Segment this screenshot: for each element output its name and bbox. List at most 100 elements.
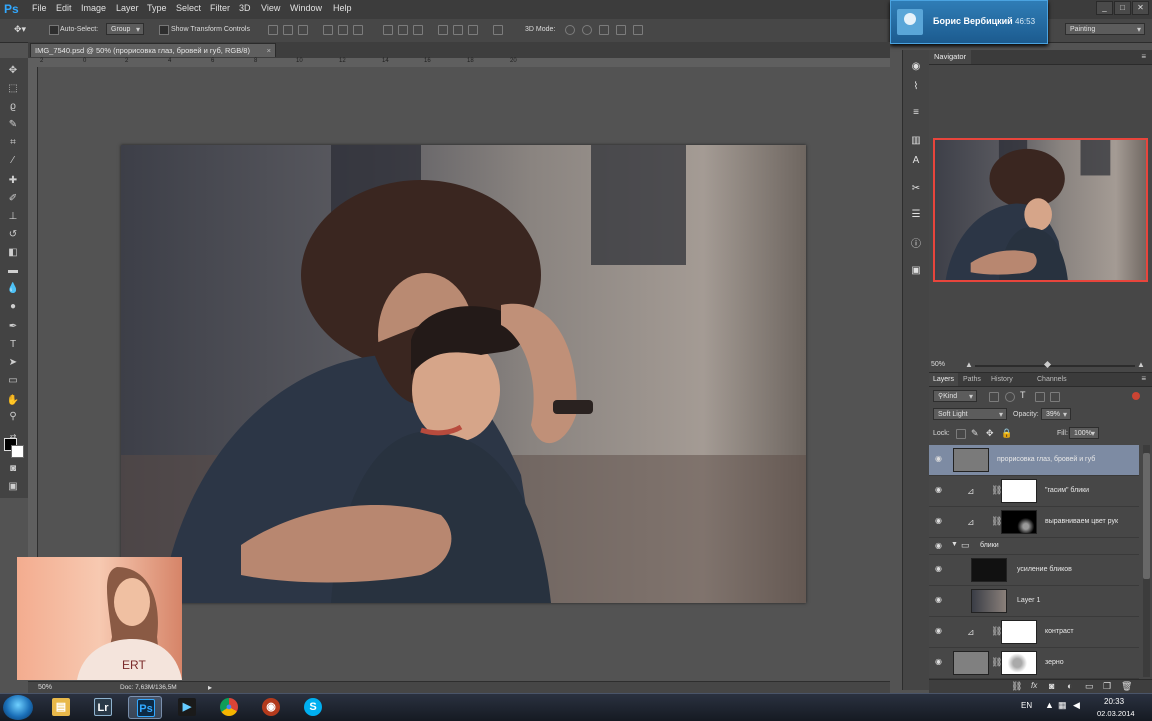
taskbar-app[interactable]: ●: [212, 696, 246, 719]
new-adjustment-icon[interactable]: ◐: [1067, 681, 1072, 691]
history-brush-tool-icon[interactable]: ↺: [6, 228, 20, 242]
maximize-button[interactable]: □: [1114, 1, 1131, 15]
layer-name[interactable]: прорисовка глаз, бровей и губ: [997, 456, 1095, 463]
menu-image[interactable]: Image: [81, 3, 106, 13]
layer-group-row[interactable]: ◉ ▼ ▭ блики: [929, 538, 1139, 555]
filter-adjustment-icon[interactable]: [1005, 392, 1015, 402]
eyedropper-tool-icon[interactable]: ⁄: [6, 154, 20, 168]
navigator-zoom-slider[interactable]: [975, 365, 1135, 367]
blend-mode-dropdown[interactable]: Soft Light: [933, 408, 1007, 421]
taskbar-app[interactable]: ▤: [44, 696, 78, 719]
align-left-icon[interactable]: [323, 25, 333, 35]
minimize-button[interactable]: _: [1096, 1, 1113, 15]
brush-tool-icon[interactable]: ✐: [6, 192, 20, 206]
tab-history[interactable]: History: [987, 373, 1017, 386]
3d-scale-icon[interactable]: [633, 25, 643, 35]
distribute-vcenter-icon[interactable]: [398, 25, 408, 35]
properties-panel-icon[interactable]: ▣: [909, 264, 923, 278]
tab-navigator[interactable]: Navigator: [929, 50, 972, 64]
move-tool-icon[interactable]: ✥: [6, 64, 20, 78]
visibility-eye-icon[interactable]: ◉: [935, 486, 944, 494]
visibility-eye-icon[interactable]: ◉: [935, 596, 944, 604]
brush-presets-icon[interactable]: ▥: [909, 134, 923, 148]
volume-icon[interactable]: ◀: [1073, 700, 1080, 711]
auto-select-checkbox[interactable]: [49, 25, 59, 35]
new-group-icon[interactable]: ▭: [1085, 681, 1094, 692]
filter-type-icon[interactable]: T: [1020, 390, 1026, 400]
taskbar-app[interactable]: ◉: [254, 696, 288, 719]
align-vcenter-icon[interactable]: [283, 25, 293, 35]
align-bottom-icon[interactable]: [298, 25, 308, 35]
menu-file[interactable]: File: [32, 3, 47, 13]
status-menu-arrow-icon[interactable]: ▸: [208, 683, 212, 692]
brush-panel-icon[interactable]: ≡: [909, 106, 923, 120]
layer-name[interactable]: контраст: [1045, 628, 1074, 635]
document-tab[interactable]: IMG_7540.psd @ 50% (прорисовка глаз, бро…: [30, 43, 276, 57]
layer-row[interactable]: ◉ ⊿ ⛓ "гасим" блики: [929, 476, 1139, 507]
taskbar-app[interactable]: S: [296, 696, 330, 719]
align-right-icon[interactable]: [353, 25, 363, 35]
menu-help[interactable]: Help: [333, 3, 352, 13]
menu-edit[interactable]: Edit: [56, 3, 72, 13]
layers-scrollbar-thumb[interactable]: [1143, 453, 1150, 579]
layer-row[interactable]: ◉ ⊿ ⛓ выравниваем цвет рук: [929, 507, 1139, 538]
menu-type[interactable]: Type: [147, 3, 167, 13]
lasso-tool-icon[interactable]: ϱ: [6, 100, 20, 114]
filter-shape-icon[interactable]: [1035, 392, 1045, 402]
layer-name[interactable]: Layer 1: [1017, 597, 1040, 604]
move-tool-icon[interactable]: ✥▾: [14, 24, 26, 35]
character-panel-icon[interactable]: A: [909, 154, 923, 168]
close-tab-icon[interactable]: ×: [267, 44, 271, 58]
type-tool-icon[interactable]: T: [6, 338, 20, 352]
close-button[interactable]: ✕: [1132, 1, 1149, 15]
navigator-view-box[interactable]: [933, 138, 1148, 282]
clock-date[interactable]: 02.03.2014: [1097, 709, 1135, 718]
tool-presets-icon[interactable]: ✂: [909, 182, 923, 196]
lock-position-icon[interactable]: ✥: [986, 428, 994, 439]
screen-mode-icon[interactable]: ▣: [6, 480, 20, 494]
tab-paths[interactable]: Paths: [959, 373, 985, 386]
layer-name[interactable]: "гасим" блики: [1045, 487, 1089, 494]
layer-style-icon[interactable]: fx: [1031, 681, 1037, 690]
call-notification[interactable]: Борис Вербицкий 46:53: [890, 0, 1048, 44]
zoom-tool-icon[interactable]: ⚲: [6, 410, 20, 424]
align-hcenter-icon[interactable]: [338, 25, 348, 35]
clock-time[interactable]: 20:33: [1104, 697, 1124, 706]
gradient-tool-icon[interactable]: ▬: [6, 264, 20, 278]
blur-tool-icon[interactable]: 💧: [6, 282, 20, 296]
layer-row[interactable]: ◉ Layer 1: [929, 586, 1139, 617]
menu-view[interactable]: View: [261, 3, 280, 13]
lock-transparency-icon[interactable]: [956, 429, 966, 439]
navigator-zoom[interactable]: 50%: [931, 361, 945, 368]
adjustments-panel-icon[interactable]: ☰: [909, 208, 923, 222]
dodge-tool-icon[interactable]: ●: [6, 300, 20, 314]
auto-align-icon[interactable]: [493, 25, 503, 35]
taskbar-app[interactable]: ▶: [170, 696, 204, 719]
menu-layer[interactable]: Layer: [116, 3, 139, 13]
network-icon[interactable]: ▦: [1058, 700, 1067, 711]
zoom-in-icon[interactable]: ▲: [1137, 360, 1145, 369]
show-transform-checkbox[interactable]: [159, 25, 169, 35]
menu-window[interactable]: Window: [290, 3, 322, 13]
panel-menu-icon[interactable]: ≡: [1141, 52, 1146, 61]
fill-field[interactable]: 100%: [1069, 427, 1099, 440]
info-panel-icon[interactable]: ⓘ: [909, 238, 923, 252]
3d-slide-icon[interactable]: [616, 25, 626, 35]
filter-smart-object-icon[interactable]: [1050, 392, 1060, 402]
add-mask-icon[interactable]: ◙: [1049, 681, 1054, 691]
taskbar-app[interactable]: Ps: [128, 696, 162, 719]
clone-stamp-tool-icon[interactable]: ⊥: [6, 210, 20, 224]
menu-select[interactable]: Select: [176, 3, 201, 13]
link-layers-icon[interactable]: ⛓: [1011, 681, 1022, 692]
delete-layer-icon[interactable]: 🗑: [1121, 681, 1132, 692]
distribute-bottom-icon[interactable]: [413, 25, 423, 35]
tab-layers[interactable]: Layers: [929, 373, 959, 386]
tab-channels[interactable]: Channels: [1033, 373, 1071, 386]
opacity-field[interactable]: 39%: [1041, 408, 1071, 421]
layer-name[interactable]: блики: [980, 542, 999, 549]
visibility-eye-icon[interactable]: ◉: [935, 542, 944, 550]
new-layer-icon[interactable]: ❐: [1103, 681, 1111, 692]
navigator-panel-icon[interactable]: ◉: [909, 60, 923, 74]
group-expand-icon[interactable]: ▼: [951, 541, 958, 548]
document-photo[interactable]: [121, 145, 806, 603]
